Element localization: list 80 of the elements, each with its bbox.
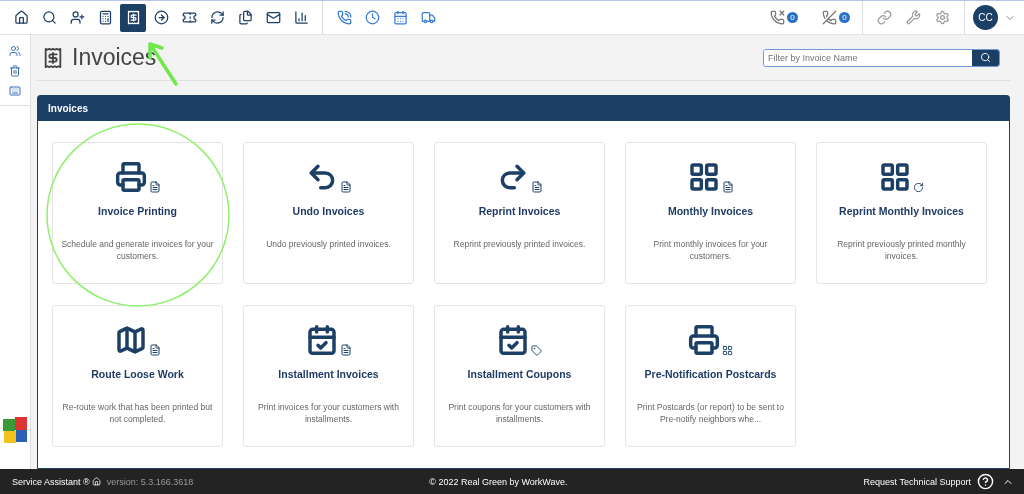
users-icon <box>9 45 21 57</box>
keyboard-icon <box>9 85 21 97</box>
document-icon <box>339 344 352 356</box>
search-icon <box>41 10 57 25</box>
card-description: Undo previously printed invoices. <box>266 239 391 251</box>
redo-icon <box>913 182 924 193</box>
sidebar-button[interactable] <box>9 85 21 97</box>
sidebar-button[interactable] <box>9 45 21 57</box>
home-icon[interactable] <box>91 477 101 486</box>
search-button[interactable] <box>972 49 999 66</box>
trash-icon <box>9 65 21 77</box>
search-icon <box>980 52 991 63</box>
card-description: Schedule and generate invoices for your customers. <box>61 239 214 263</box>
invoice-icon <box>42 46 64 69</box>
bar-chart-icon <box>293 10 309 25</box>
version-text: version: 5.3.166.3618 <box>106 476 194 487</box>
invoice-option-card[interactable]: Monthly Invoices Print monthly invoices for your customers. <box>625 142 796 284</box>
card-description: Print invoices for your customers with installments. <box>257 402 400 426</box>
support-link[interactable]: Request Technical Support <box>863 476 971 487</box>
invoice-option-card[interactable]: Undo Invoices Undo previously printed invoices. <box>243 142 414 284</box>
card-title: Reprint Monthly Invoices <box>839 205 964 217</box>
clock-icon <box>364 10 380 25</box>
card-title: Pre-Notification Postcards <box>644 368 777 380</box>
tag-icon <box>531 345 542 356</box>
printer-icon <box>688 324 720 356</box>
count-badge: 0 <box>787 12 798 23</box>
card-title: Reprint Invoices <box>478 205 561 217</box>
counter-button[interactable]: 0 <box>758 10 810 25</box>
calendar-check-icon <box>497 324 529 356</box>
card-description: Print Postcards (or report) to be sent to Pre-notify neighbors whe... <box>636 402 785 426</box>
filter-field[interactable]: Filter by Invoice Name <box>763 48 1000 67</box>
card-description: Reprint previously printed monthly invoices. <box>836 239 967 263</box>
copyright-text: © 2022 Real Green by WorkWave. <box>428 476 569 487</box>
truck-icon <box>420 10 436 25</box>
card-description: Print coupons for your customers with installments. <box>447 402 592 426</box>
document-icon <box>339 181 352 193</box>
calendar-check-icon <box>305 324 338 356</box>
product-name: Service Assistant ® <box>12 476 90 487</box>
card-title: Installment Invoices <box>278 368 379 380</box>
map-icon <box>114 324 147 356</box>
missed-call-icon <box>770 10 785 25</box>
printer-icon <box>114 161 147 193</box>
document-icon <box>721 181 734 193</box>
document-icon <box>148 344 161 356</box>
card-description: Re-route work that has been printed but not completed. <box>61 402 214 426</box>
card-title: Route Loose Work <box>91 368 184 380</box>
invoice-option-card[interactable]: Installment Coupons Print coupons for your customers with installments. <box>434 305 605 447</box>
page-title: Invoices <box>72 44 157 71</box>
invoice-icon <box>125 10 141 25</box>
card-title: Monthly Invoices <box>667 205 754 217</box>
count-badge: 0 <box>839 12 850 23</box>
toolbar-button[interactable] <box>120 3 146 32</box>
ticket-icon <box>181 10 197 25</box>
panel-title: Invoices <box>38 96 1009 121</box>
hang-up-icon <box>822 10 837 25</box>
invoice-option-card[interactable]: Installment Invoices Print invoices for your customers with installments. <box>243 305 414 447</box>
documents-icon <box>237 10 253 25</box>
invoice-option-card[interactable]: Pre-Notification Postcards Print Postcards (or report) to be sent to Pre-notify neighbors whe... <box>625 305 796 447</box>
invoice-option-card[interactable]: Invoice Printing Schedule and generate invoices for your customers. <box>52 142 223 284</box>
sidebar-button[interactable] <box>9 65 21 77</box>
invoice-option-card[interactable]: Route Loose Work Re-route work that has been printed but not completed. <box>52 305 223 447</box>
arrow-circle-icon <box>153 10 169 25</box>
mail-icon <box>265 10 281 25</box>
card-title: Invoice Printing <box>98 205 177 217</box>
card-title: Installment Coupons <box>467 368 572 380</box>
refresh-icon <box>209 10 225 25</box>
invoice-option-card[interactable]: Reprint Invoices Reprint previously printed invoices. <box>434 142 605 284</box>
add-user-icon <box>69 10 85 25</box>
home-icon <box>13 10 29 25</box>
document-icon <box>148 181 161 193</box>
puzzle-logo <box>3 417 28 444</box>
calculator-icon <box>97 10 113 25</box>
user-avatar[interactable]: CC <box>973 5 998 30</box>
counter-button[interactable]: 0 <box>810 10 862 25</box>
invoice-option-card[interactable]: Reprint Monthly Invoices Reprint previously printed monthly invoices. <box>816 142 987 284</box>
phone-icon <box>336 10 352 25</box>
card-description: Print monthly invoices for your customers. <box>652 239 769 263</box>
card-title: Undo Invoices <box>292 205 365 217</box>
card-description: Reprint previously printed invoices. <box>453 239 586 251</box>
document-icon <box>530 181 543 193</box>
